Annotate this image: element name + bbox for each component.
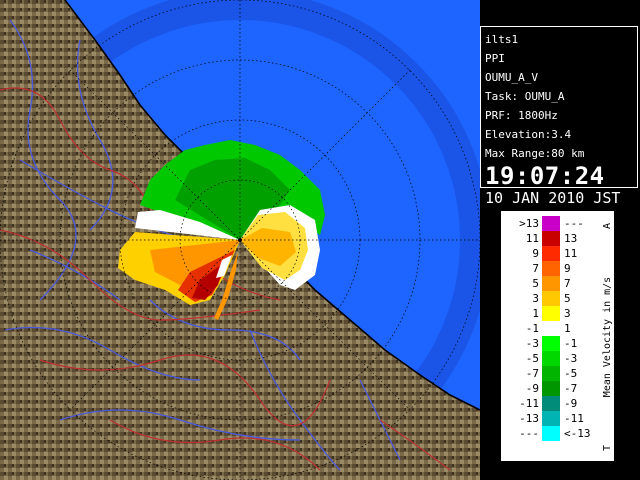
legend-upper-bound: -9 [564, 397, 578, 410]
legend-row: 9 11 [501, 246, 614, 261]
elevation-value: Elevation:3.4 [485, 128, 572, 141]
legend-row: -9 -7 [501, 381, 614, 396]
legend-lower-bound: -13 [519, 412, 539, 425]
scan-time: 19:07:24 [485, 162, 605, 190]
legend-upper-bound: 9 [564, 262, 571, 275]
legend-row: -3 -1 [501, 336, 614, 351]
legend-lower-bound: --- [519, 427, 539, 440]
legend-upper-bound: 1 [564, 322, 571, 335]
legend-color-swatch [542, 261, 560, 276]
legend-lower-bound: -3 [525, 337, 539, 350]
legend-upper-bound: -5 [564, 367, 578, 380]
legend-row: 79 [501, 261, 614, 276]
legend-title: A Mean Velocity in m/s T [601, 221, 613, 453]
legend-upper-bound: 3 [564, 307, 571, 320]
legend-color-swatch [542, 291, 560, 306]
legend-color-swatch [542, 246, 560, 261]
legend-row: >13 --- [501, 216, 614, 231]
legend-color-swatch [542, 321, 560, 336]
legend-color-swatch [542, 351, 560, 366]
legend-bottom-mark: T [602, 445, 613, 451]
legend-row: -7 -5 [501, 366, 614, 381]
max-range-value: Max Range:80 km [485, 147, 585, 160]
legend-upper-bound: 5 [564, 292, 571, 305]
legend-color-swatch [542, 276, 560, 291]
prf-value: PRF: 1800Hz [485, 109, 558, 122]
scan-info-panel: ilts1 PPI OUMU_A_V Task: OUMU_A PRF: 180… [480, 26, 638, 207]
legend-title-text: Mean Velocity in m/s [602, 277, 613, 397]
legend-lower-bound: -1 [525, 322, 539, 335]
legend-top-mark: A [602, 223, 613, 229]
legend-lower-bound: 3 [532, 292, 539, 305]
scan-mode: PPI [485, 52, 505, 65]
legend-row: --- <-13 [501, 426, 614, 441]
scan-date: 10 JAN 2010 JST [485, 189, 621, 207]
legend-lower-bound: 9 [532, 247, 539, 260]
legend-color-swatch [542, 216, 560, 231]
legend-lower-bound: 11 [525, 232, 539, 245]
legend-upper-bound: 7 [564, 277, 571, 290]
legend-color-swatch [542, 231, 560, 246]
legend-upper-bound: <-13 [564, 427, 591, 440]
legend-row: -1 1 [501, 321, 614, 336]
legend-upper-bound: -3 [564, 352, 578, 365]
legend-color-swatch [542, 396, 560, 411]
radar-ppi-map [0, 0, 480, 480]
legend-color-swatch [542, 336, 560, 351]
task-name: Task: OUMU_A [485, 90, 565, 103]
legend-lower-bound: 1 [532, 307, 539, 320]
legend-row: -5 -3 [501, 351, 614, 366]
legend-lower-bound: 5 [532, 277, 539, 290]
legend-upper-bound: -1 [564, 337, 578, 350]
legend-lower-bound: 7 [532, 262, 539, 275]
product-name: OUMU_A_V [485, 71, 538, 84]
legend-lower-bound: -7 [525, 367, 539, 380]
legend-upper-bound: 13 [564, 232, 578, 245]
legend-upper-bound: -11 [564, 412, 584, 425]
legend-lower-bound: >13 [519, 217, 539, 230]
legend-row: -11 -9 [501, 396, 614, 411]
legend-row: 11 13 [501, 231, 614, 246]
legend-upper-bound: --- [564, 217, 584, 230]
radar-name: ilts1 [485, 33, 519, 46]
legend-row: 13 [501, 306, 614, 321]
legend-upper-bound: 11 [564, 247, 578, 260]
legend-row: 57 [501, 276, 614, 291]
legend-color-swatch [542, 381, 560, 396]
legend-row: -13 -11 [501, 411, 614, 426]
legend-row: 35 [501, 291, 614, 306]
legend-upper-bound: -7 [564, 382, 578, 395]
legend-lower-bound: -5 [525, 352, 539, 365]
legend-lower-bound: -9 [525, 382, 539, 395]
velocity-color-legend: >13 --- 11 13 9 11 7 9 5 7 3 5 1 3 -1 1 -3 -1 -5 -3 -7 -5 -9 -7… [500, 210, 615, 462]
legend-color-swatch [542, 366, 560, 381]
legend-lower-bound: -11 [519, 397, 539, 410]
legend-color-swatch [542, 306, 560, 321]
legend-color-swatch [542, 426, 560, 441]
legend-color-swatch [542, 411, 560, 426]
radar-site-marker [238, 238, 242, 242]
